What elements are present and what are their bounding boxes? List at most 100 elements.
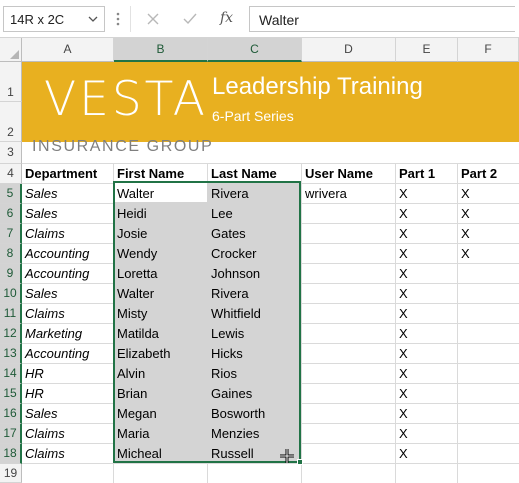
cell-user-name[interactable] (302, 444, 395, 464)
selection-border (113, 181, 301, 463)
cell-user-name[interactable] (302, 264, 395, 284)
row-header-4[interactable]: 4 (0, 164, 22, 184)
cell-part-2[interactable]: X (458, 204, 518, 224)
company-tagline: INSURANCE GROUP (32, 138, 214, 155)
cell-part-1[interactable]: X (396, 384, 457, 404)
cell-part-1[interactable]: X (396, 424, 457, 444)
row-header-3[interactable]: 3 (0, 142, 22, 164)
cell-part-1[interactable]: X (396, 344, 457, 364)
row-header-1[interactable]: 1 (0, 62, 22, 102)
cell-part-1[interactable]: X (396, 444, 457, 464)
cell-department[interactable]: HR (22, 384, 113, 404)
row-header-2[interactable]: 2 (0, 102, 22, 142)
cell-department[interactable]: Sales (22, 284, 113, 304)
row-header-13[interactable]: 13 (0, 344, 22, 364)
column-header-e[interactable]: E (396, 38, 458, 62)
cell-part-1[interactable]: X (396, 184, 457, 204)
column-header-c[interactable]: C (208, 38, 302, 62)
cell-part-2[interactable] (458, 444, 518, 464)
header-cell-user-name[interactable]: User Name (302, 164, 395, 184)
row-header-8[interactable]: 8 (0, 244, 22, 264)
row-header-12[interactable]: 12 (0, 324, 22, 344)
cell-part-2[interactable] (458, 364, 518, 384)
cell-part-1[interactable]: X (396, 224, 457, 244)
row-header-18[interactable]: 18 (0, 444, 22, 464)
enter-button[interactable] (175, 6, 205, 32)
cell-department[interactable]: Claims (22, 424, 113, 444)
cell-part-1[interactable]: X (396, 324, 457, 344)
row-header-15[interactable]: 15 (0, 384, 22, 404)
cell-part-1[interactable]: X (396, 284, 457, 304)
cell-department[interactable]: Claims (22, 304, 113, 324)
cell-part-1[interactable]: X (396, 264, 457, 284)
cell-part-2[interactable] (458, 404, 518, 424)
cell-department[interactable]: Accounting (22, 264, 113, 284)
row-header-10[interactable]: 10 (0, 284, 22, 304)
cell-part-2[interactable] (458, 324, 518, 344)
cell-part-2[interactable] (458, 384, 518, 404)
cell-user-name[interactable] (302, 204, 395, 224)
cell-part-2[interactable] (458, 344, 518, 364)
cell-user-name[interactable] (302, 324, 395, 344)
cell-part-2[interactable]: X (458, 184, 518, 204)
column-header-a[interactable]: A (22, 38, 114, 62)
header-cell-part-2[interactable]: Part 2 (458, 164, 518, 184)
row-header-7[interactable]: 7 (0, 224, 22, 244)
cell-user-name[interactable] (302, 364, 395, 384)
cell-department[interactable]: Sales (22, 204, 113, 224)
column-header-f[interactable]: F (458, 38, 519, 62)
cell-part-2[interactable]: X (458, 244, 518, 264)
row-header-14[interactable]: 14 (0, 364, 22, 384)
cell-user-name[interactable] (302, 224, 395, 244)
row-header-11[interactable]: 11 (0, 304, 22, 324)
cancel-button[interactable] (138, 6, 168, 32)
row-header-9[interactable]: 9 (0, 264, 22, 284)
cell-part-2[interactable] (458, 304, 518, 324)
name-box[interactable]: 14R x 2C (3, 6, 105, 32)
insert-function-button[interactable]: fx (211, 6, 241, 32)
cell-department[interactable]: Sales (22, 184, 113, 204)
cell-part-1[interactable]: X (396, 404, 457, 424)
header-cell-department[interactable]: Department (22, 164, 113, 184)
more-options-icon[interactable] (113, 10, 123, 28)
cell-part-2[interactable] (458, 264, 518, 284)
cell-user-name[interactable] (302, 404, 395, 424)
cell-department[interactable]: HR (22, 364, 113, 384)
row-header-6[interactable]: 6 (0, 204, 22, 224)
cell-user-name[interactable] (302, 424, 395, 444)
banner-title: Leadership Training (212, 73, 423, 100)
row-header-19[interactable]: 19 (0, 464, 22, 483)
row-header-16[interactable]: 16 (0, 404, 22, 424)
cell-part-1[interactable]: X (396, 364, 457, 384)
cell-user-name[interactable] (302, 344, 395, 364)
cell-part-1[interactable]: X (396, 244, 457, 264)
cell-part-2[interactable]: X (458, 224, 518, 244)
cell-user-name[interactable] (302, 284, 395, 304)
cell-user-name[interactable] (302, 384, 395, 404)
cell-part-2[interactable] (458, 424, 518, 444)
cell-department[interactable]: Marketing (22, 324, 113, 344)
cell-part-2[interactable] (458, 284, 518, 304)
chevron-down-icon[interactable] (86, 11, 100, 27)
worksheet-grid[interactable]: VESTA Leadership Training 6-Part Series … (22, 62, 519, 483)
cell-part-1[interactable]: X (396, 304, 457, 324)
column-header-d[interactable]: D (302, 38, 396, 62)
cell-user-name[interactable]: wrivera (302, 184, 395, 204)
column-header-b[interactable]: B (114, 38, 208, 62)
cell-part-1[interactable]: X (396, 204, 457, 224)
cell-user-name[interactable] (302, 304, 395, 324)
cell-department[interactable]: Claims (22, 444, 113, 464)
row-header-5[interactable]: 5 (0, 184, 22, 204)
cell-department[interactable]: Accounting (22, 344, 113, 364)
row-header-17[interactable]: 17 (0, 424, 22, 444)
name-box-value: 14R x 2C (10, 12, 65, 27)
formula-bar-divider (130, 6, 131, 32)
fill-handle[interactable] (297, 459, 303, 465)
cell-department[interactable]: Sales (22, 404, 113, 424)
header-cell-part-1[interactable]: Part 1 (396, 164, 457, 184)
cell-user-name[interactable] (302, 244, 395, 264)
formula-input[interactable]: Walter (249, 6, 515, 32)
cell-department[interactable]: Accounting (22, 244, 113, 264)
cell-department[interactable]: Claims (22, 224, 113, 244)
select-all-button[interactable] (0, 38, 22, 62)
